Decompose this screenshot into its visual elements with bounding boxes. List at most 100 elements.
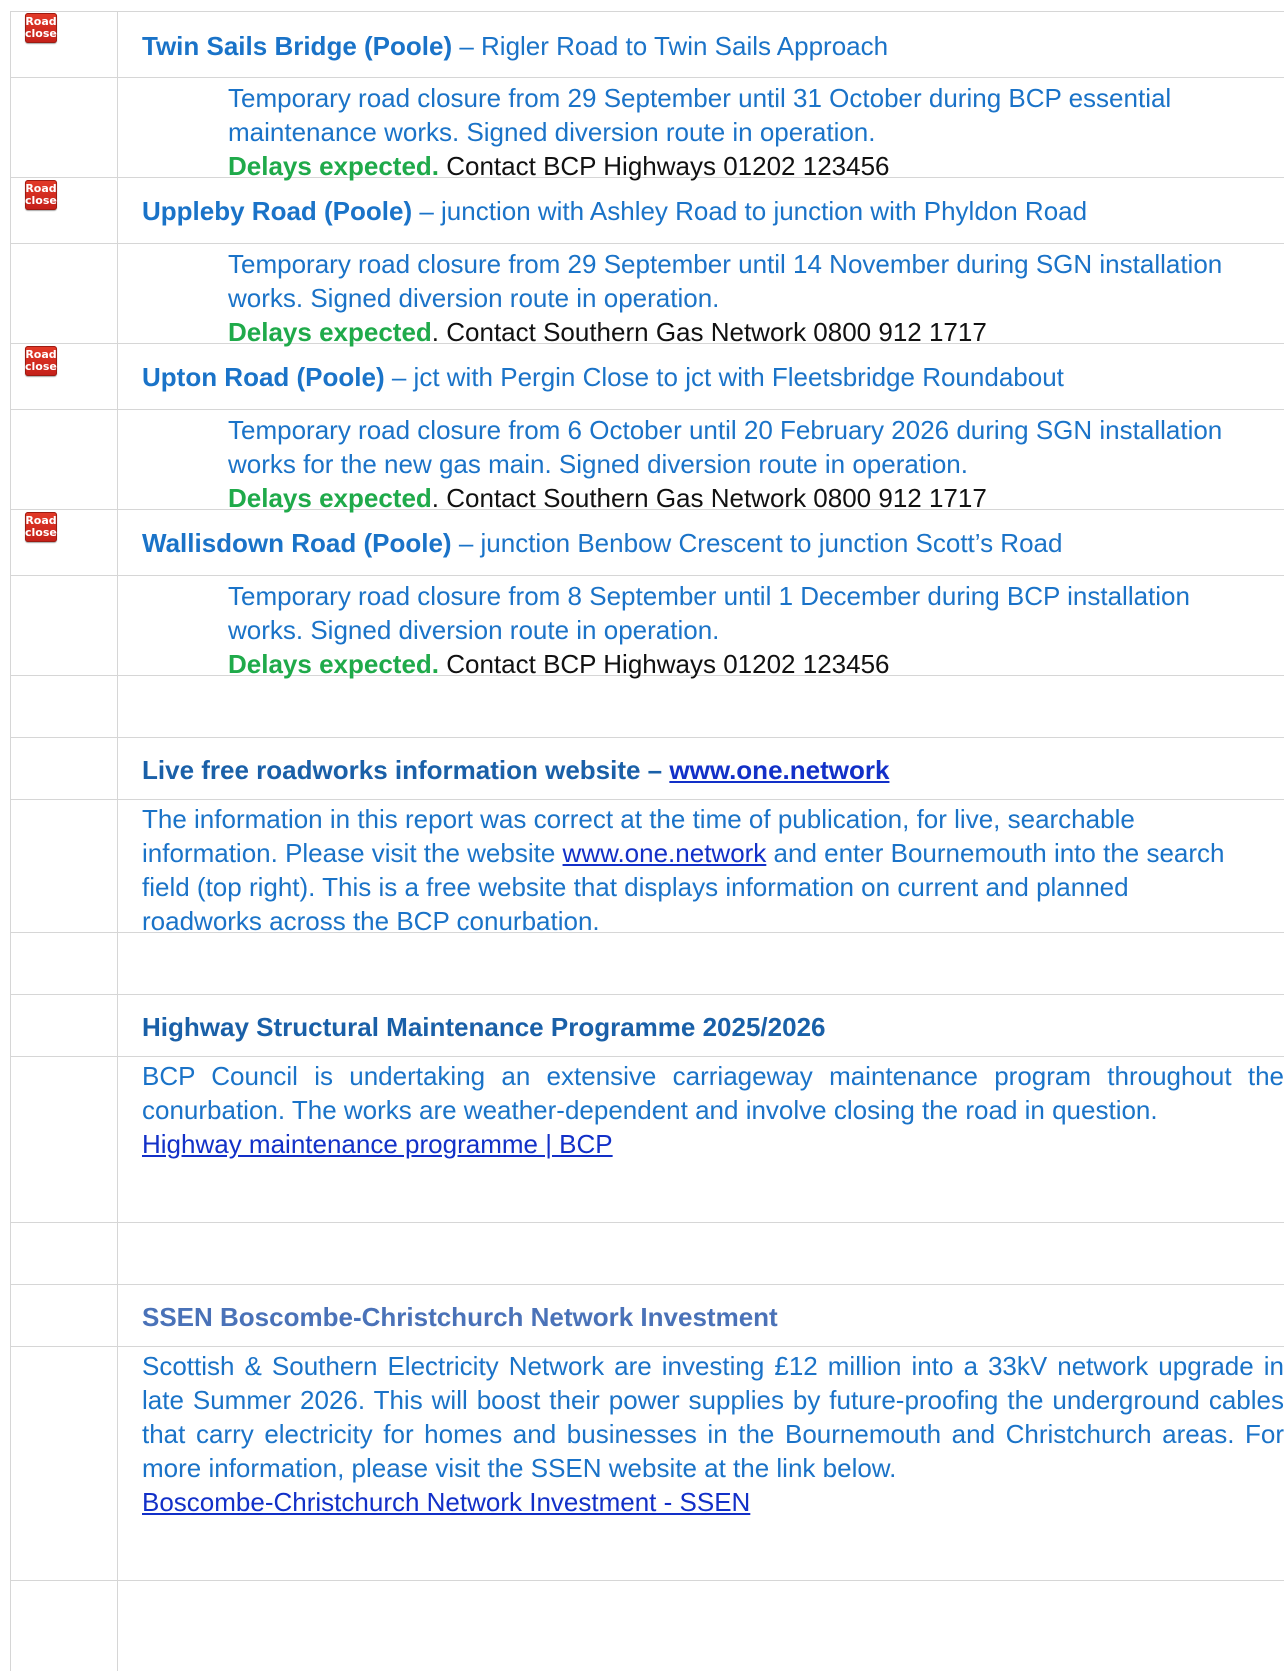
ssen-network-link[interactable]: Boscombe-Christchurch Network Investment… (142, 1487, 750, 1517)
closure-header-row: Road closed Wallisdown Road (Poole) – jun… (10, 510, 1284, 576)
icon-cell: Road closed (10, 11, 118, 77)
spacer-row (10, 1223, 1284, 1285)
closure-heading: Wallisdown Road (Poole) – junction Benbo… (142, 528, 1062, 558)
section-text-row: Scottish & Southern Electricity Network … (10, 1347, 1284, 1581)
closure-detail-cell: Temporary road closure from 8 September … (118, 576, 1284, 679)
empty-cell (10, 1223, 118, 1284)
empty-cell (118, 933, 1284, 994)
empty-cell (10, 410, 118, 509)
spacer-row (10, 933, 1284, 995)
contact-info: Contact BCP Highways 01202 123456 (439, 649, 890, 679)
maintenance-text: BCP Council is undertaking an extensive … (142, 1061, 1284, 1125)
roadworks-table: Road closed Twin Sails Bridge (Poole) – R… (10, 11, 1284, 1671)
road-closed-sign-icon: Road closed (25, 13, 65, 43)
maintenance-title: Highway Structural Maintenance Programme… (142, 1012, 826, 1042)
empty-cell (10, 738, 118, 799)
delays-expected: Delays expected. (228, 151, 440, 181)
closure-heading: Twin Sails Bridge (Poole) – Rigler Road … (142, 31, 888, 61)
closure-detail: Temporary road closure from 29 September… (228, 81, 1244, 183)
closure-heading: Uppleby Road (Poole) – junction with Ash… (142, 196, 1087, 226)
empty-cell (10, 78, 118, 177)
section-title-row: SSEN Boscombe-Christchurch Network Inves… (10, 1285, 1284, 1347)
closure-heading-cell: Wallisdown Road (Poole) – junction Benbo… (118, 510, 1284, 575)
section-title-row: Highway Structural Maintenance Programme… (10, 995, 1284, 1057)
closure-detail-row: Temporary road closure from 29 September… (10, 78, 1284, 181)
empty-cell (118, 676, 1284, 737)
closure-heading-cell: Upton Road (Poole) – jct with Pergin Clo… (118, 344, 1284, 409)
closure-description: Temporary road closure from 29 September… (228, 83, 1172, 147)
ssen-paragraph: Scottish & Southern Electricity Network … (142, 1349, 1284, 1519)
closure-detail: Temporary road closure from 8 September … (228, 579, 1244, 681)
section-text-cell: BCP Council is undertaking an extensive … (118, 1057, 1284, 1222)
empty-cell (10, 995, 118, 1056)
road-extent: – Rigler Road to Twin Sails Approach (452, 31, 889, 61)
closure-detail: Temporary road closure from 29 September… (228, 247, 1244, 349)
closure-detail-cell: Temporary road closure from 29 September… (118, 244, 1284, 347)
spacer-row (10, 676, 1284, 738)
icon-cell: Road closed (10, 178, 118, 243)
closure-header-row: Road closed Uppleby Road (Poole) – juncti… (10, 178, 1284, 244)
road-name: Wallisdown Road (Poole) (142, 528, 452, 558)
closure-detail-row: Temporary road closure from 8 September … (10, 576, 1284, 679)
icon-cell: Road closed (10, 510, 118, 575)
road-closed-sign-icon: Road closed (25, 180, 65, 210)
empty-cell (10, 1581, 118, 1671)
delays-expected: Delays expected (228, 317, 432, 347)
section-title-cell: Highway Structural Maintenance Programme… (118, 995, 1284, 1056)
icon-cell: Road closed (10, 344, 118, 409)
empty-cell (118, 1581, 1284, 1671)
empty-cell (10, 933, 118, 994)
contact-info: . Contact Southern Gas Network 0800 912 … (431, 317, 987, 347)
closure-header-row: Road closed Twin Sails Bridge (Poole) – R… (10, 11, 1284, 78)
live-info-title: Live free roadworks information website … (142, 755, 889, 785)
section-text-cell: Scottish & Southern Electricity Network … (118, 1347, 1284, 1580)
empty-cell (10, 800, 118, 932)
road-closed-sign-icon: Road closed (25, 346, 65, 376)
empty-cell (10, 576, 118, 675)
maintenance-paragraph: BCP Council is undertaking an extensive … (142, 1059, 1284, 1161)
contact-info: . Contact Southern Gas Network 0800 912 … (431, 483, 987, 513)
empty-cell (118, 1223, 1284, 1284)
road-name: Upton Road (Poole) (142, 362, 385, 392)
road-name: Uppleby Road (Poole) (142, 196, 413, 226)
empty-cell (10, 1347, 118, 1580)
maintenance-programme-link[interactable]: Highway maintenance programme | BCP (142, 1129, 613, 1159)
live-info-paragraph: The information in this report was corre… (142, 802, 1244, 938)
closure-description: Temporary road closure from 6 October un… (228, 415, 1223, 479)
section-text-row: BCP Council is undertaking an extensive … (10, 1057, 1284, 1223)
closure-detail-row: Temporary road closure from 6 October un… (10, 410, 1284, 513)
road-name: Twin Sails Bridge (Poole) (142, 31, 453, 61)
delays-expected: Delays expected (228, 483, 432, 513)
road-extent: – junction with Ashley Road to junction … (412, 196, 1088, 226)
live-info-title-text: Live free roadworks information website … (142, 755, 670, 785)
empty-cell (10, 244, 118, 343)
one-network-title-link[interactable]: www.one.network (669, 755, 889, 785)
closure-heading-cell: Uppleby Road (Poole) – junction with Ash… (118, 178, 1284, 243)
section-title-row: Live free roadworks information website … (10, 738, 1284, 800)
delays-expected: Delays expected. (228, 649, 440, 679)
empty-cell (10, 1285, 118, 1346)
empty-cell (10, 1057, 118, 1222)
closure-description: Temporary road closure from 8 September … (228, 581, 1190, 645)
closure-heading-cell: Twin Sails Bridge (Poole) – Rigler Road … (118, 11, 1284, 77)
closure-detail-cell: Temporary road closure from 29 September… (118, 78, 1284, 181)
ssen-title: SSEN Boscombe-Christchurch Network Inves… (142, 1302, 778, 1332)
section-title-cell: Live free roadworks information website … (118, 738, 1284, 799)
closure-detail: Temporary road closure from 6 October un… (228, 413, 1244, 515)
closure-heading: Upton Road (Poole) – jct with Pergin Clo… (142, 362, 1064, 392)
one-network-link[interactable]: www.one.network (563, 838, 767, 868)
section-text-cell: The information in this report was corre… (118, 800, 1284, 936)
road-extent: – jct with Pergin Close to jct with Flee… (384, 362, 1064, 392)
spacer-row (10, 1581, 1284, 1671)
section-title-cell: SSEN Boscombe-Christchurch Network Inves… (118, 1285, 1284, 1346)
closure-detail-cell: Temporary road closure from 6 October un… (118, 410, 1284, 513)
empty-cell (10, 676, 118, 737)
closure-description: Temporary road closure from 29 September… (228, 249, 1223, 313)
contact-info: Contact BCP Highways 01202 123456 (439, 151, 890, 181)
road-closed-sign-icon: Road closed (25, 512, 65, 542)
closure-header-row: Road closed Upton Road (Poole) – jct with… (10, 344, 1284, 410)
closure-detail-row: Temporary road closure from 29 September… (10, 244, 1284, 347)
section-text-row: The information in this report was corre… (10, 800, 1284, 936)
ssen-text: Scottish & Southern Electricity Network … (142, 1351, 1284, 1483)
road-extent: – junction Benbow Crescent to junction S… (451, 528, 1063, 558)
